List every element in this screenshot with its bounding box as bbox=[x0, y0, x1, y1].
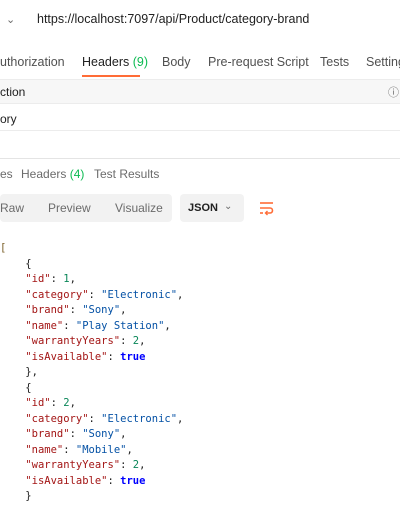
code-line: [ bbox=[0, 242, 7, 254]
code-line: "brand": "Sony", bbox=[25, 428, 127, 440]
json-value: true bbox=[120, 350, 146, 363]
preview-button[interactable]: Preview bbox=[48, 201, 91, 215]
json-key: "brand" bbox=[25, 428, 70, 440]
code-line: "category": "Electronic", bbox=[25, 288, 184, 301]
tab-body[interactable]: Body bbox=[162, 55, 191, 69]
active-tab-indicator bbox=[82, 75, 140, 77]
code-line: "warrantyYears": 2, bbox=[25, 459, 146, 471]
json-value: "Sony" bbox=[82, 304, 121, 316]
info-icon[interactable]: ⓘ bbox=[388, 84, 399, 100]
divider bbox=[0, 130, 400, 131]
json-key: "category" bbox=[25, 412, 89, 425]
tab-response-headers-label: Headers bbox=[21, 167, 67, 181]
format-select[interactable]: JSON ⌄ bbox=[180, 194, 244, 222]
json-key: "isAvailable" bbox=[25, 474, 108, 487]
json-value: "Electronic" bbox=[101, 288, 178, 301]
tab-test-results[interactable]: Test Results bbox=[94, 167, 159, 181]
tab-headers-count: (9) bbox=[132, 55, 149, 69]
code-line: "name": "Play Station", bbox=[25, 319, 171, 332]
json-value: "Electronic" bbox=[101, 412, 178, 425]
response-tabs: es Headers (4) Test Results bbox=[0, 159, 400, 187]
format-select-value: JSON bbox=[188, 202, 218, 214]
json-value: true bbox=[120, 474, 146, 487]
tab-headers[interactable]: Headers (9) bbox=[82, 55, 148, 69]
code-line: "id": 2, bbox=[25, 397, 76, 409]
code-line: "id": 1, bbox=[25, 273, 76, 285]
code-line: "warrantyYears": 2, bbox=[25, 335, 146, 347]
json-key: "brand" bbox=[25, 304, 70, 316]
tab-tests[interactable]: Tests bbox=[320, 55, 349, 69]
section-header: ction ⓘ bbox=[0, 79, 400, 104]
request-tabs: uthorization Headers (9) Body Pre-reques… bbox=[0, 42, 400, 78]
tab-response-body[interactable]: es bbox=[0, 167, 13, 181]
code-line: { bbox=[0, 257, 32, 270]
visualize-button[interactable]: Visualize bbox=[115, 201, 163, 215]
json-value: "Play Station" bbox=[75, 319, 165, 332]
json-key: "name" bbox=[25, 319, 64, 332]
code-line: { bbox=[0, 381, 32, 394]
tab-settings[interactable]: Setting bbox=[366, 55, 400, 69]
url-bar: ⌄ https://localhost:7097/api/Product/cat… bbox=[0, 0, 400, 42]
code-line: "name": "Mobile", bbox=[25, 443, 133, 456]
json-key: "category" bbox=[25, 288, 89, 301]
code-line: } bbox=[0, 490, 32, 502]
wrap-lines-button[interactable] bbox=[250, 194, 282, 222]
json-key: "warrantyYears" bbox=[25, 459, 121, 471]
view-mode-bar: Raw Preview Visualize bbox=[0, 194, 172, 222]
response-body[interactable]: [ { "id": 1, "category": "Electronic", "… bbox=[0, 241, 400, 505]
chevron-down-icon: ⌄ bbox=[224, 201, 233, 212]
code-line: "brand": "Sony", bbox=[25, 304, 127, 316]
json-key: "name" bbox=[25, 443, 64, 456]
section-label: ction bbox=[0, 85, 26, 99]
raw-button[interactable]: Raw bbox=[0, 201, 24, 215]
code-line: "category": "Electronic", bbox=[25, 412, 184, 425]
tab-response-headers-count: (4) bbox=[69, 167, 85, 181]
wrap-lines-icon bbox=[260, 202, 274, 216]
code-line: "isAvailable": true bbox=[25, 350, 146, 363]
code-line: }, bbox=[0, 366, 38, 378]
section-row-value[interactable]: ory bbox=[0, 112, 17, 126]
tab-headers-label: Headers bbox=[82, 55, 130, 69]
json-key: "id" bbox=[25, 397, 51, 409]
tab-pre-request-script[interactable]: Pre-request Script bbox=[208, 55, 309, 69]
json-key: "warrantyYears" bbox=[25, 335, 121, 347]
tab-response-headers[interactable]: Headers (4) bbox=[21, 167, 84, 181]
code-line: "isAvailable": true bbox=[25, 474, 146, 487]
json-key: "isAvailable" bbox=[25, 350, 108, 363]
request-url-input[interactable]: https://localhost:7097/api/Product/categ… bbox=[37, 12, 309, 26]
chevron-down-icon[interactable]: ⌄ bbox=[6, 13, 15, 26]
json-key: "id" bbox=[25, 273, 51, 285]
json-value: "Sony" bbox=[82, 428, 121, 440]
json-value: "Mobile" bbox=[75, 443, 127, 456]
tab-authorization[interactable]: uthorization bbox=[0, 55, 65, 69]
